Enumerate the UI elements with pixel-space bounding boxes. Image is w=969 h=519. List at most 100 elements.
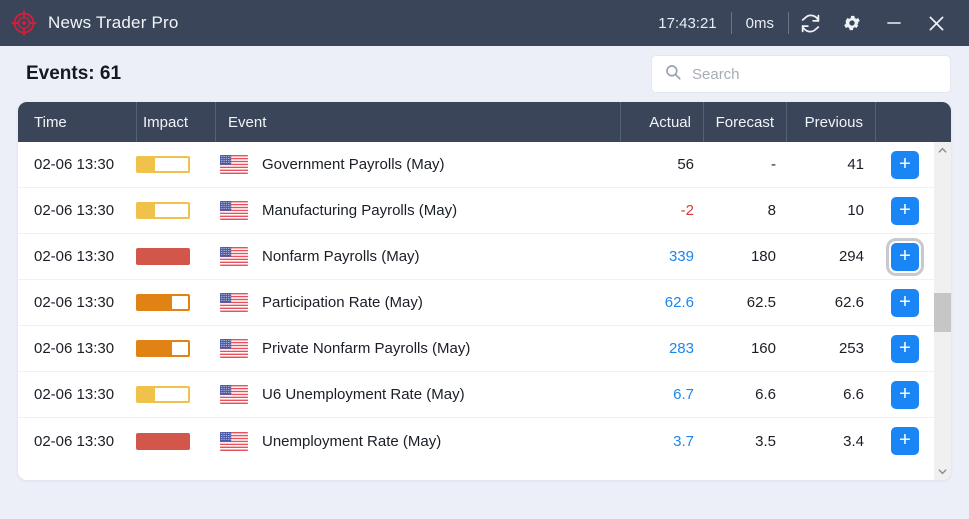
column-header-event[interactable]: Event [216, 102, 620, 142]
event-name: Unemployment Rate (May) [262, 432, 442, 450]
cell-actual: 56 [677, 156, 694, 173]
events-count-label: Events: 61 [26, 63, 122, 84]
column-header-forecast[interactable]: Forecast [704, 102, 786, 142]
search-input[interactable] [692, 65, 938, 83]
cell-previous: 6.6 [843, 386, 864, 403]
add-event-button[interactable]: + [891, 334, 919, 363]
cell-previous: 3.4 [843, 432, 864, 450]
cell-actions: + [876, 427, 934, 455]
add-event-button[interactable]: + [891, 427, 919, 455]
cell-event: Manufacturing Payrolls (May) [214, 201, 624, 220]
cell-actual: 62.6 [664, 294, 694, 311]
table-rows: 02-06 13:30 Government Payrolls (May) 56 - 4… [18, 142, 934, 480]
cell-time: 02-06 13:30 [34, 156, 115, 173]
cell-actions: + [876, 237, 934, 276]
event-name: U6 Unemployment Rate (May) [262, 386, 465, 403]
column-header-time[interactable]: Time [18, 102, 136, 142]
cell-actions: + [876, 380, 934, 409]
impact-bar-fill [138, 158, 155, 171]
title-bar: News Trader Pro 17:43:21 0ms [0, 0, 969, 46]
column-header-impact[interactable]: Impact [137, 102, 215, 142]
settings-button[interactable] [831, 3, 873, 43]
cell-event: Unemployment Rate (May) [214, 431, 624, 451]
cell-event: Nonfarm Payrolls (May) [214, 247, 624, 266]
event-name: Participation Rate (May) [262, 294, 423, 311]
column-header-previous[interactable]: Previous [787, 102, 875, 142]
refresh-button[interactable] [789, 3, 831, 43]
cell-impact [136, 156, 214, 173]
cell-time: 02-06 13:30 [34, 340, 115, 357]
impact-bar [136, 294, 190, 311]
impact-bar-fill [138, 388, 155, 401]
scrollbar-thumb[interactable] [934, 292, 951, 333]
cell-forecast: 6.6 [755, 386, 776, 403]
cell-event: Participation Rate (May) [214, 293, 624, 312]
close-icon [926, 13, 947, 34]
impact-bar-fill [138, 342, 172, 355]
minimize-button[interactable] [873, 3, 915, 43]
cell-event: Private Nonfarm Payrolls (May) [214, 339, 624, 358]
cell-actions: + [876, 150, 934, 179]
cell-impact [136, 340, 214, 357]
cell-impact [136, 248, 214, 265]
cell-impact [136, 432, 214, 450]
impact-bar [136, 340, 190, 357]
plus-icon: + [899, 152, 911, 175]
cell-previous: 10 [847, 202, 864, 219]
scrollbar-track[interactable] [934, 159, 951, 463]
plus-icon: + [899, 336, 911, 359]
cell-actual: 339 [668, 248, 694, 265]
table-row[interactable]: 02-06 13:30 Nonfarm Payrolls (May) 339 180 2… [18, 234, 934, 280]
plus-icon: + [899, 382, 911, 405]
table-row[interactable]: 02-06 13:30 Private Nonfarm Payrolls (May… [18, 326, 934, 372]
cell-impact [136, 386, 214, 403]
table-row[interactable]: 02-06 13:30 Government Payrolls (May) 56 - 4… [18, 142, 934, 188]
cell-actual: -2 [680, 202, 694, 219]
event-name: Nonfarm Payrolls (May) [262, 248, 420, 265]
sub-header: Events: 61 [0, 46, 969, 102]
cell-actual: 3.7 [673, 432, 694, 450]
plus-icon: + [899, 290, 911, 313]
add-event-button[interactable]: + [891, 288, 919, 317]
cell-time: 02-06 13:30 [34, 248, 115, 265]
event-name: Private Nonfarm Payrolls (May) [262, 340, 471, 357]
cell-event: U6 Unemployment Rate (May) [214, 385, 624, 404]
us-flag-icon [220, 339, 248, 358]
add-event-button[interactable]: + [886, 237, 924, 276]
chevron-down-icon[interactable] [934, 463, 951, 480]
cell-actions: + [876, 288, 934, 317]
plus-icon: + [899, 244, 911, 267]
search-box[interactable] [651, 55, 951, 93]
add-event-button[interactable]: + [891, 150, 919, 179]
impact-bar [136, 248, 190, 265]
column-header-actual[interactable]: Actual [621, 102, 703, 142]
impact-bar [136, 432, 190, 450]
table-row[interactable]: 02-06 13:30 Participation Rate (May) 62.6 6… [18, 280, 934, 326]
cell-forecast: 180 [750, 248, 776, 265]
cell-event: Government Payrolls (May) [214, 155, 624, 174]
plus-icon: + [899, 429, 911, 451]
cell-time: 02-06 13:30 [34, 202, 115, 219]
us-flag-icon [220, 431, 248, 451]
add-event-button[interactable]: + [891, 380, 919, 409]
us-flag-icon [220, 155, 248, 174]
cell-previous: 62.6 [834, 294, 864, 311]
app-title: News Trader Pro [48, 13, 179, 32]
cell-impact [136, 202, 214, 219]
cell-previous: 253 [838, 340, 864, 357]
cell-time: 02-06 13:30 [34, 432, 115, 450]
table-row[interactable]: 02-06 13:30 Manufacturing Payrolls (May) -… [18, 188, 934, 234]
cell-forecast: 62.5 [746, 294, 776, 311]
chevron-up-icon[interactable] [934, 142, 951, 159]
impact-bar [136, 202, 190, 219]
events-table-card: Time Impact Event Actual Forecast Previo… [18, 102, 951, 480]
table-row[interactable]: 02-06 13:30 Unemployment Rate (May) 3.7 3.5… [18, 418, 934, 464]
plus-icon: + [899, 198, 911, 221]
cell-forecast: 3.5 [755, 432, 776, 450]
close-button[interactable] [915, 3, 957, 43]
table-row[interactable]: 02-06 13:30 U6 Unemployment Rate (May) 6.7… [18, 372, 934, 418]
vertical-scrollbar[interactable] [934, 142, 951, 480]
minimize-icon [884, 13, 904, 33]
cell-time: 02-06 13:30 [34, 294, 115, 311]
add-event-button[interactable]: + [891, 196, 919, 225]
